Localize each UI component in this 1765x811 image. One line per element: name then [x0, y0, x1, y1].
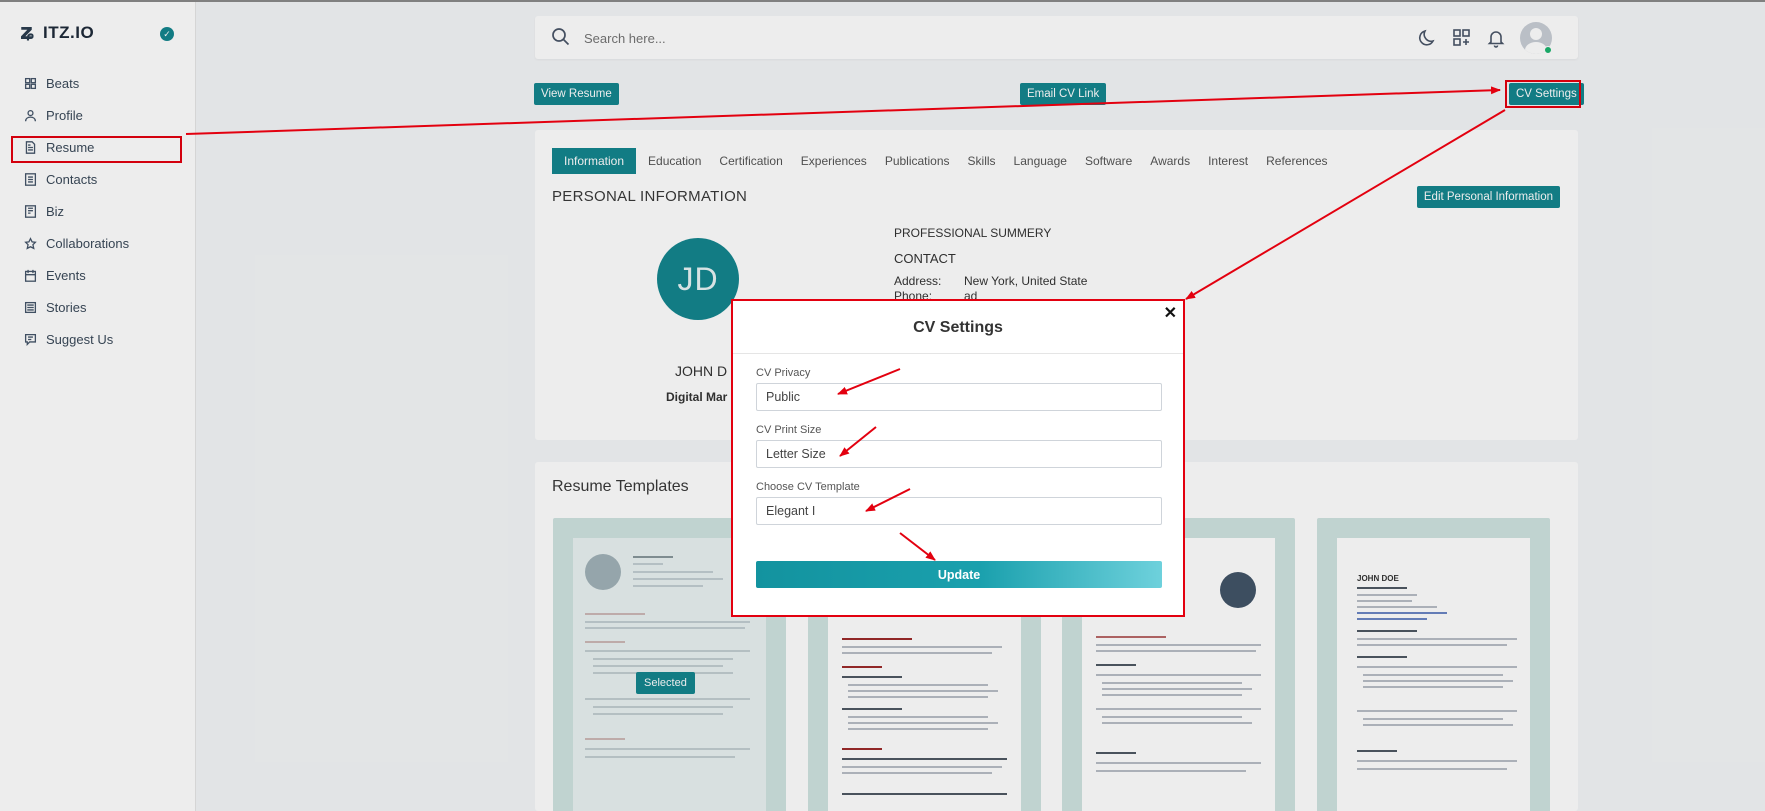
tab-publications[interactable]: Publications	[876, 148, 959, 174]
sidebar-item-label: Collaborations	[46, 235, 130, 251]
selected-badge: Selected	[636, 672, 695, 694]
message-icon	[24, 333, 37, 346]
tab-education[interactable]: Education	[639, 148, 710, 174]
tab-software[interactable]: Software	[1076, 148, 1141, 174]
tab-experiences[interactable]: Experiences	[792, 148, 876, 174]
tab-interest[interactable]: Interest	[1199, 148, 1257, 174]
cv-template-field[interactable]	[756, 497, 1162, 525]
header-actions	[1418, 22, 1552, 54]
modal-divider	[733, 353, 1183, 354]
section-title: PERSONAL INFORMATION	[552, 188, 748, 205]
tab-certification[interactable]: Certification	[710, 148, 791, 174]
online-status-dot	[1544, 46, 1552, 54]
contacts-icon	[24, 172, 37, 186]
sidebar-item-contacts[interactable]: Contacts	[12, 163, 184, 195]
address-label: Address:	[894, 274, 942, 288]
template-preview: JOHN DOE	[1337, 538, 1530, 811]
apps-add-icon[interactable]	[1452, 28, 1472, 48]
cv-print-size-label: CV Print Size	[756, 424, 822, 436]
sidebar-item-label: Events	[46, 267, 86, 283]
sidebar-item-suggest-us[interactable]: Suggest Us	[12, 323, 184, 355]
cv-settings-highlight-box	[1505, 80, 1581, 108]
email-cv-link-button[interactable]: Email CV Link	[1020, 83, 1107, 105]
top-header	[535, 16, 1578, 59]
tab-information[interactable]: Information	[552, 148, 637, 174]
profile-name: JOHN D	[675, 363, 728, 379]
window-top-border	[0, 0, 1765, 2]
tab-language[interactable]: Language	[1005, 148, 1076, 174]
profile-role: Digital Mar	[666, 390, 728, 404]
resume-highlight-box	[11, 136, 182, 163]
sidebar-item-stories[interactable]: Stories	[12, 291, 184, 323]
dark-mode-icon[interactable]	[1418, 28, 1438, 48]
sidebar-item-label: Suggest Us	[46, 331, 114, 347]
template-photo	[1220, 572, 1256, 608]
collaboration-icon	[24, 236, 37, 250]
brand[interactable]: ʑ ITZ.IO	[20, 20, 94, 45]
brand-name: ITZ.IO	[43, 22, 95, 42]
arrow-resume-to-cv-settings	[185, 86, 1501, 135]
sidebar-item-label: Beats	[46, 75, 80, 91]
cv-settings-modal: CV Settings ✕ CV Privacy CV Print Size C…	[731, 299, 1185, 617]
search-input[interactable]	[584, 25, 1004, 51]
update-button[interactable]: Update	[756, 561, 1162, 588]
sidebar-item-label: Stories	[46, 299, 87, 315]
sidebar: ʑ ITZ.IO ✓ Beats Profile Resume Contacts…	[0, 2, 196, 811]
contact-title: CONTACT	[894, 251, 956, 266]
list-icon	[24, 301, 37, 313]
search-icon	[552, 28, 570, 46]
bell-icon[interactable]	[1486, 28, 1506, 48]
tab-skills[interactable]: Skills	[959, 148, 1005, 174]
sidebar-item-collaborations[interactable]: Collaborations	[12, 227, 184, 259]
logo-icon: ʑ	[20, 20, 36, 45]
template-card[interactable]: JOHN DOE	[1317, 518, 1550, 811]
verified-icon: ✓	[160, 27, 174, 41]
summary-title: PROFESSIONAL SUMMERY	[894, 226, 1052, 240]
edit-personal-information-button[interactable]: Edit Personal Information	[1416, 186, 1560, 208]
user-icon	[24, 109, 37, 121]
calendar-icon	[24, 269, 37, 282]
resume-tabs: Information Education Certification Expe…	[552, 148, 1337, 174]
sidebar-item-label: Biz	[46, 203, 65, 219]
tab-references[interactable]: References	[1257, 148, 1336, 174]
address-row: Address: New York, United State	[894, 274, 1087, 288]
sidebar-item-label: Contacts	[46, 171, 98, 187]
template-name-text: JOHN DOE	[1357, 574, 1399, 583]
sidebar-nav: Beats Profile Resume Contacts Biz Collab…	[12, 67, 184, 355]
tab-awards[interactable]: Awards	[1141, 148, 1199, 174]
sidebar-item-biz[interactable]: Biz	[12, 195, 184, 227]
cv-privacy-field[interactable]	[756, 383, 1162, 411]
cv-privacy-label: CV Privacy	[756, 367, 811, 379]
briefcase-icon	[24, 204, 37, 218]
cv-print-size-field[interactable]	[756, 440, 1162, 468]
modal-title: CV Settings	[913, 319, 1003, 336]
grid-icon	[24, 77, 37, 89]
templates-title: Resume Templates	[552, 478, 689, 495]
template-photo	[585, 554, 621, 590]
address-value: New York, United State	[964, 274, 1088, 288]
sidebar-item-events[interactable]: Events	[12, 259, 184, 291]
cv-template-label: Choose CV Template	[756, 481, 860, 493]
profile-initials-avatar: JD	[657, 238, 739, 320]
sidebar-item-beats[interactable]: Beats	[12, 67, 184, 99]
view-resume-button[interactable]: View Resume	[534, 83, 619, 105]
sidebar-item-label: Profile	[46, 107, 83, 123]
sidebar-item-profile[interactable]: Profile	[12, 99, 184, 131]
close-icon[interactable]: ✕	[1164, 303, 1177, 323]
